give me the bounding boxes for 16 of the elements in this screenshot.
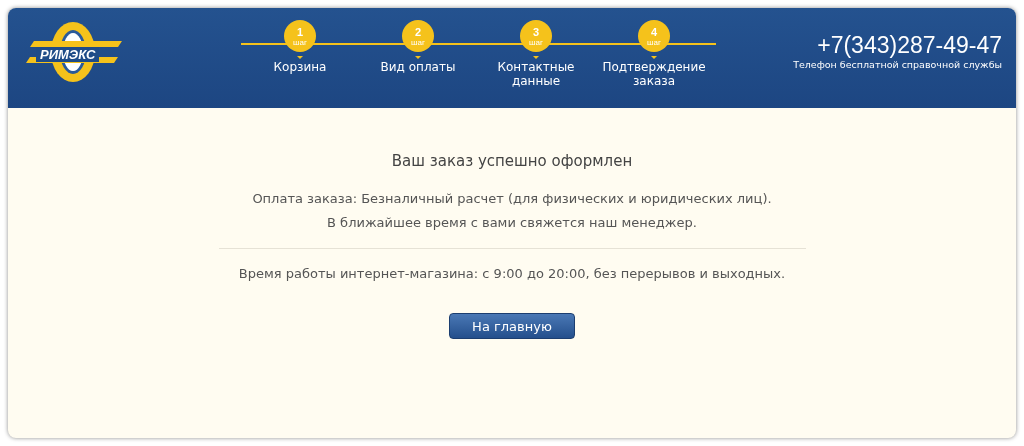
working-hours-text: Время работы интернет-магазина: с 9:00 до 20:00, без перерывов и выходных. [238, 266, 786, 281]
step-badge: 3 шаг [520, 20, 552, 52]
step-label: Корзина [272, 60, 328, 74]
step-label: Подтверждение заказа [601, 60, 707, 88]
step-badge: 2 шаг [402, 20, 434, 52]
home-button[interactable]: На главную [449, 313, 575, 339]
logo-text: РИМЭКС [36, 47, 100, 62]
step-label: Контактные данные [496, 60, 576, 88]
success-title: Ваш заказ успешно оформлен [391, 152, 633, 170]
step-label: Вид оплаты [379, 60, 457, 74]
step-badge: 4 шаг [638, 20, 670, 52]
info-text: В ближайшее время с вами свяжется наш менеджер. [327, 214, 697, 232]
step-badge: 1 шаг [284, 20, 316, 52]
phone-caption: Телефон бесплатной справочной службы [793, 59, 1002, 70]
phone-number: +7(343)287-49-47 [816, 32, 1002, 58]
info-text: Оплата заказа: Безналичный расчет (для физических и юридических лиц). [252, 190, 772, 208]
